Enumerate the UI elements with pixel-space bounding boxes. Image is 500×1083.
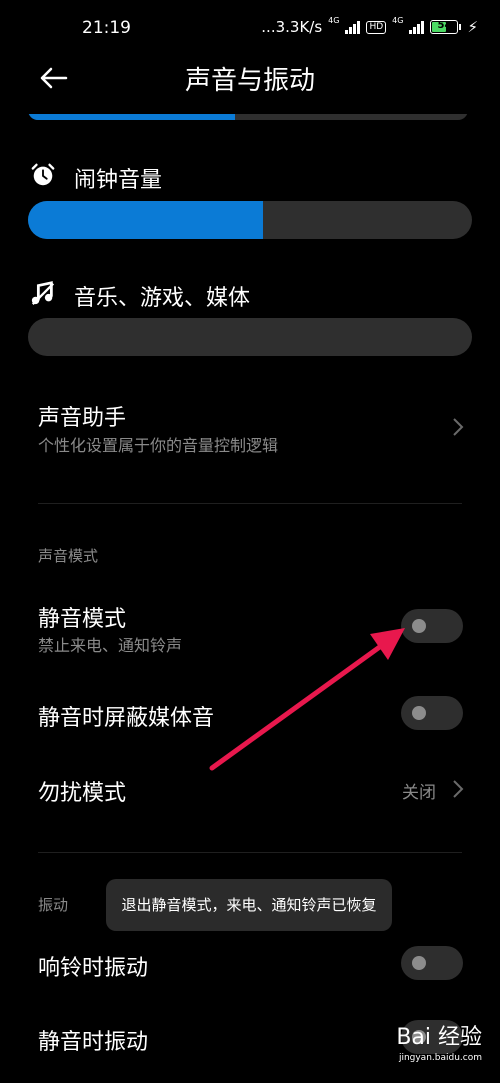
divider: [38, 503, 462, 504]
alarm-volume-slider[interactable]: [28, 201, 472, 239]
hd-badge: HD: [366, 20, 387, 34]
do-not-disturb-row[interactable]: 勿扰模式 关闭: [0, 765, 500, 815]
back-arrow-icon[interactable]: [36, 60, 72, 96]
signal-icon-2: [409, 20, 425, 34]
toast-message: 退出静音模式，来电、通知铃声已恢复: [106, 879, 392, 931]
toggle-knob: [412, 619, 426, 633]
watermark-url: jingyan.baidu.com: [398, 1053, 482, 1063]
network-speed: ...3.3K/s: [261, 18, 323, 36]
battery-icon: 54: [430, 20, 462, 34]
ring-vibrate-toggle[interactable]: [401, 946, 463, 980]
chevron-right-icon: [453, 780, 464, 798]
network-type-1: 4G: [328, 16, 340, 25]
chevron-right-icon: [453, 418, 464, 436]
ring-vibrate-title: 响铃时振动: [38, 956, 149, 981]
status-time: 21:19: [82, 18, 131, 38]
mute-media-row[interactable]: 静音时屏蔽媒体音: [0, 690, 500, 740]
sound-assistant-title: 声音助手: [38, 406, 127, 431]
do-not-disturb-title: 勿扰模式: [38, 781, 127, 806]
network-type-2: 4G: [392, 16, 404, 25]
charging-icon: ⚡: [467, 18, 478, 36]
silent-mode-title: 静音模式: [38, 607, 127, 632]
media-volume-slider[interactable]: [28, 318, 472, 356]
toggle-knob: [412, 956, 426, 970]
silent-vibrate-title: 静音时振动: [38, 1030, 149, 1055]
media-volume-label: 音乐、游戏、媒体: [74, 286, 251, 311]
silent-mode-row[interactable]: 静音模式 禁止来电、通知铃声: [0, 595, 500, 659]
battery-level: 54: [437, 20, 452, 31]
sound-mode-section-label: 声音模式: [38, 547, 99, 565]
alarm-volume-label: 闹钟音量: [74, 168, 163, 193]
divider: [38, 852, 462, 853]
ring-vibrate-row[interactable]: 响铃时振动: [0, 940, 500, 990]
page-title: 声音与振动: [184, 66, 315, 96]
vibration-section-label: 振动: [38, 896, 69, 914]
watermark-brand: Bai 经验: [396, 1025, 482, 1050]
mute-media-title: 静音时屏蔽媒体音: [38, 706, 215, 731]
silent-mode-subtitle: 禁止来电、通知铃声: [38, 636, 183, 655]
alarm-volume-fill: [28, 201, 264, 239]
music-muted-icon: [31, 281, 55, 305]
silent-mode-toggle[interactable]: [401, 609, 463, 643]
sound-assistant-subtitle: 个性化设置属于你的音量控制逻辑: [38, 436, 279, 455]
toggle-knob: [412, 706, 426, 720]
mute-media-toggle[interactable]: [401, 696, 463, 730]
baidu-watermark: Bai 经验 jingyan.baidu.com: [396, 1019, 482, 1063]
alarm-clock-icon: [31, 163, 55, 186]
do-not-disturb-value: 关闭: [402, 783, 436, 803]
status-bar-right: ...3.3K/s 4G HD 4G 54 ⚡: [261, 16, 478, 37]
signal-icon: [345, 20, 361, 34]
sound-assistant-row[interactable]: 声音助手 个性化设置属于你的音量控制逻辑: [0, 390, 500, 470]
